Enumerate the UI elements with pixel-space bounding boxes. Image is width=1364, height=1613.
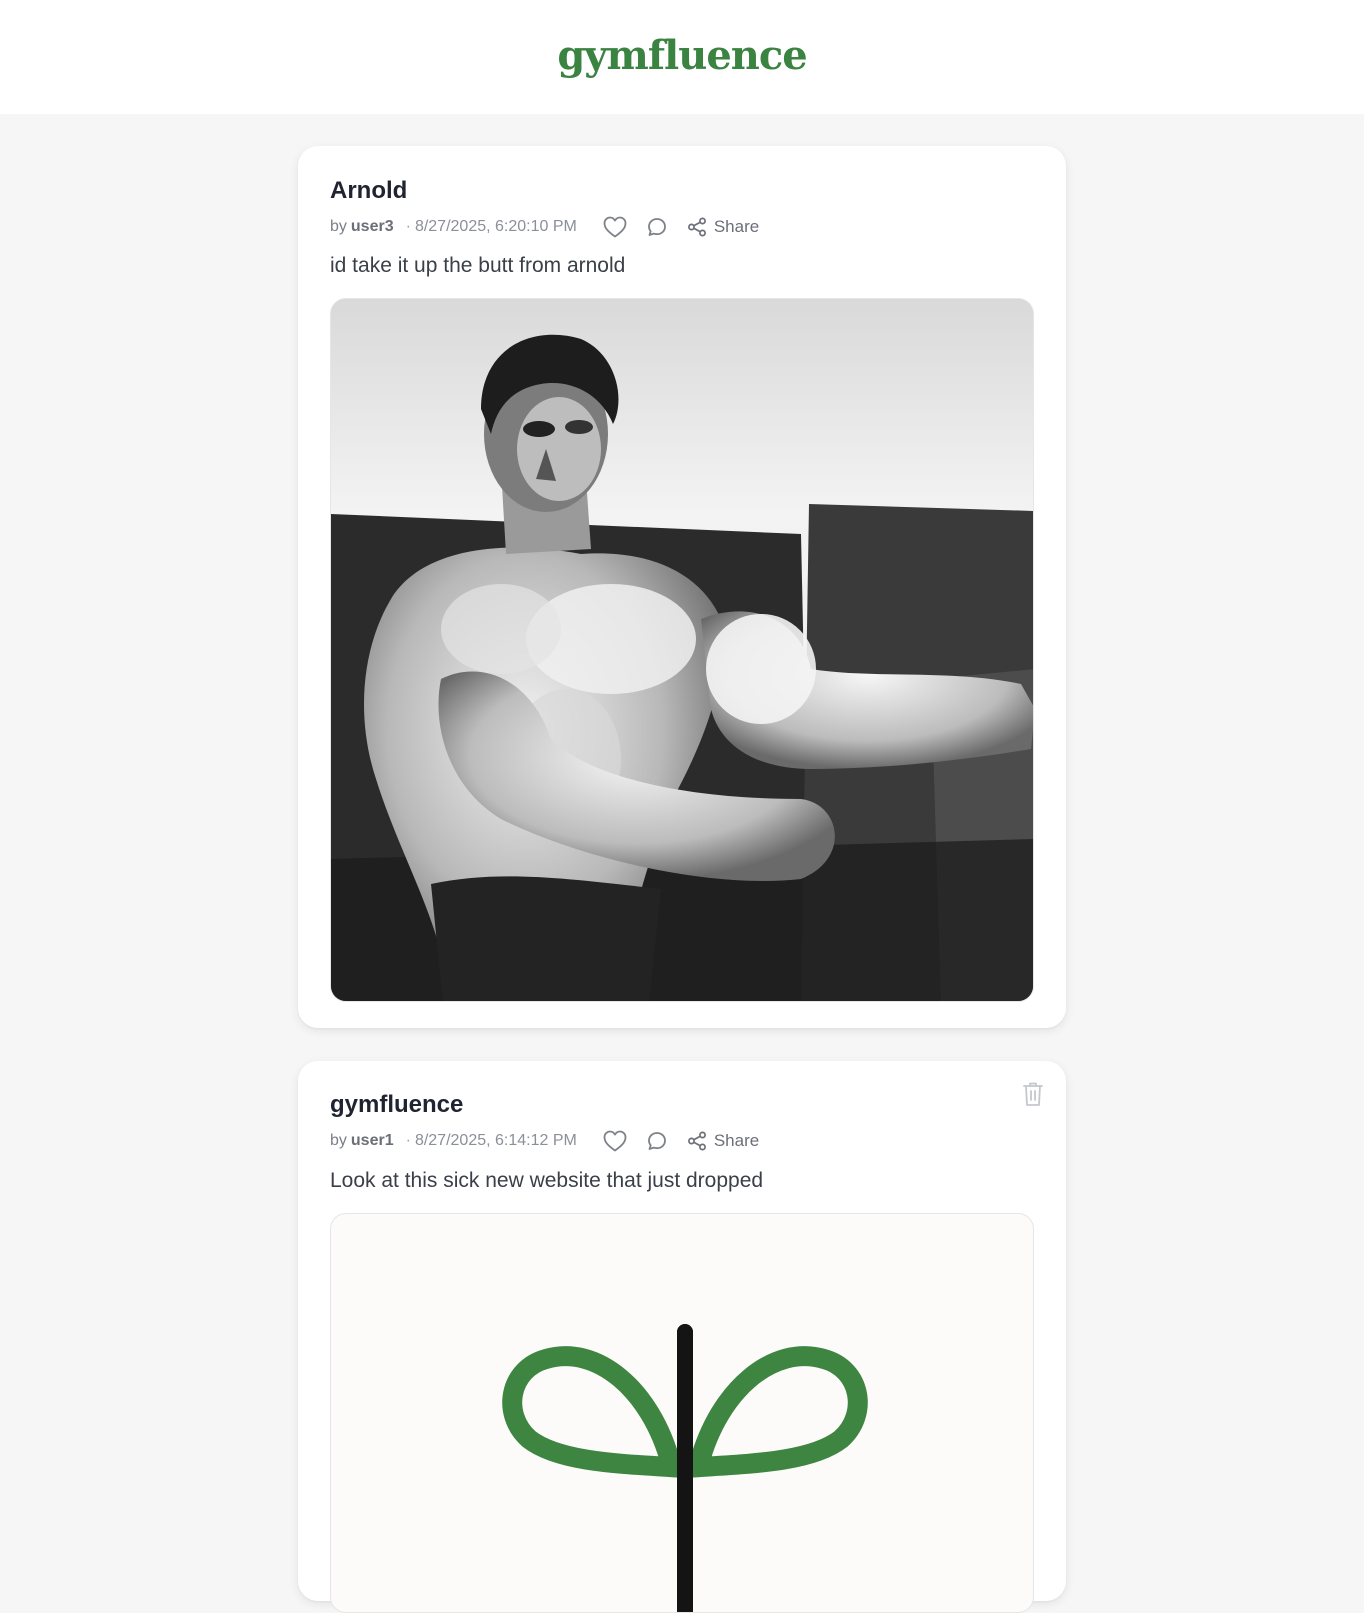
post-meta: by user1 · 8/27/2025, 6:14:12 PM Share (330, 1129, 759, 1153)
post-image[interactable] (330, 298, 1034, 1002)
post-image[interactable] (330, 1213, 1034, 1613)
by-label: by (330, 1132, 347, 1149)
author-link[interactable]: user3 (351, 218, 394, 236)
post-body: Look at this sick new website that just … (330, 1169, 764, 1192)
post-title[interactable]: gymfluence (330, 1091, 463, 1119)
like-button[interactable] (603, 216, 627, 238)
post-body: id take it up the butt from arnold (330, 254, 626, 277)
delete-post-button[interactable] (1022, 1081, 1044, 1112)
author-link[interactable]: user1 (351, 1132, 394, 1150)
post-timestamp: 8/27/2025, 6:14:12 PM (414, 1132, 577, 1149)
share-label: Share (713, 1131, 760, 1150)
heart-icon (603, 216, 627, 238)
comment-icon (647, 1132, 666, 1150)
share-label: Share (713, 217, 760, 236)
post-meta: by user3 · 8/27/2025, 6:20:10 PM Share (330, 215, 759, 239)
post-timestamp: 8/27/2025, 6:20:10 PM (414, 218, 577, 235)
by-label: by (330, 218, 347, 235)
share-button[interactable]: Share (687, 217, 759, 237)
comment-button[interactable] (647, 217, 667, 237)
post-card: Arnold by user3 · 8/27/2025, 6:20:10 PM … (298, 146, 1066, 1028)
top-bar: gymfluence (0, 0, 1364, 114)
meta-separator: · (405, 218, 411, 235)
share-icon (687, 217, 706, 237)
share-icon (687, 1131, 706, 1151)
sprout-logo-image (502, 1324, 868, 1612)
heart-icon (603, 1130, 627, 1152)
comment-button[interactable] (647, 1131, 667, 1151)
meta-separator: · (405, 1132, 411, 1149)
brand-logo[interactable]: gymfluence (557, 32, 807, 79)
share-button[interactable]: Share (687, 1131, 759, 1151)
trash-icon (1023, 1082, 1043, 1106)
like-button[interactable] (603, 1130, 627, 1152)
post-title[interactable]: Arnold (330, 177, 407, 205)
comment-icon (647, 218, 666, 236)
post-card: gymfluence by user1 · 8/27/2025, 6:14:12… (298, 1061, 1066, 1613)
bodybuilder-photo (331, 299, 1033, 1001)
